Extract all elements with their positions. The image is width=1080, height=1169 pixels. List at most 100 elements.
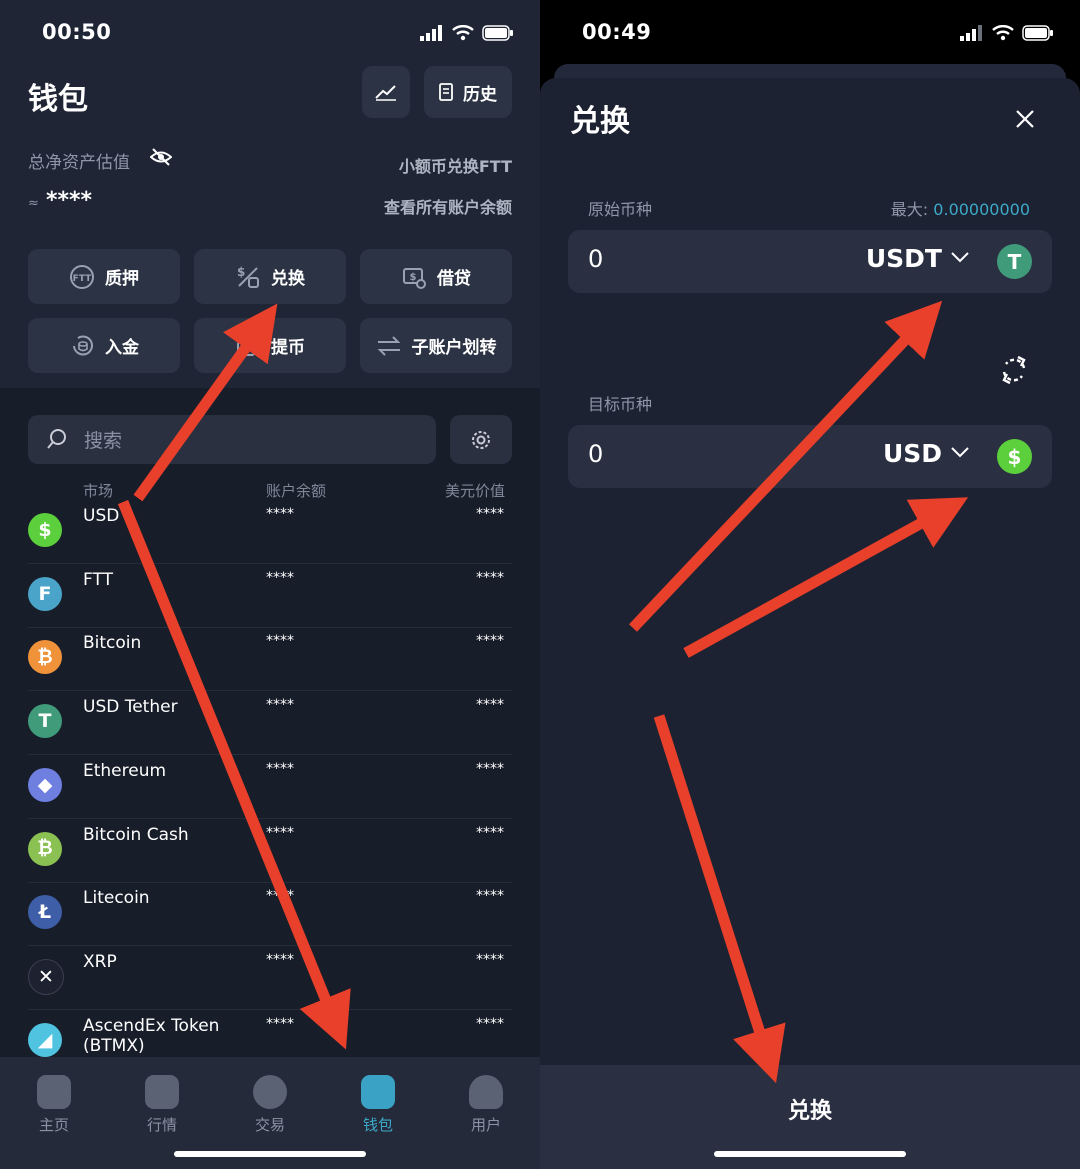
wallet-key-icon	[361, 1075, 395, 1109]
deposit-label: 入金	[105, 338, 139, 358]
source-amount-field[interactable]: 0 USDT T	[568, 230, 1052, 293]
max-value[interactable]: 0.00000000	[933, 200, 1030, 219]
trend-chart-icon	[375, 85, 396, 101]
convert-submit-button[interactable]: 兑换	[540, 1065, 1080, 1169]
convert-screen: 00:49 兑换 原始币种 最大: 0.00000000 0 USDT T 目标…	[540, 0, 1080, 1169]
max-amount: 最大: 0.00000000	[891, 196, 1030, 220]
ftt-stake-icon: FTT	[70, 264, 94, 289]
withdraw-icon	[237, 337, 257, 356]
net-assets-label: 总净资产估值	[28, 153, 130, 173]
asset-row[interactable]: F FTT **** ****	[28, 564, 512, 628]
asset-name: USD	[83, 506, 120, 526]
ftt-coin-icon: F	[28, 576, 62, 611]
asset-balance: ****	[266, 888, 294, 905]
tab-home[interactable]: 主页	[0, 1075, 108, 1135]
swap-direction-icon[interactable]	[998, 354, 1030, 386]
history-doc-icon	[439, 83, 453, 101]
convert-sheet: 兑换 原始币种 最大: 0.00000000 0 USDT T 目标币种 0 U…	[540, 78, 1080, 1169]
battery-icon	[1022, 25, 1053, 41]
asset-name: Ethereum	[83, 760, 167, 781]
history-label: 历史	[463, 84, 497, 105]
asset-row[interactable]: ◆ Ethereum **** ****	[28, 755, 512, 819]
asset-balance: ****	[266, 697, 294, 714]
settings-button[interactable]	[450, 415, 512, 464]
chevron-down-icon[interactable]	[950, 250, 970, 264]
status-bar: 00:50	[0, 0, 540, 68]
asset-row[interactable]: ✕ XRP **** ****	[28, 946, 512, 1010]
wallet-screen: 00:50 钱包 历史 总净资产估值 小额币兑换FTT ≈ **** 查看所有账…	[0, 0, 540, 1169]
search-icon	[47, 429, 66, 449]
asset-balance: ****	[266, 633, 294, 650]
source-currency-label: 原始币种	[588, 200, 653, 219]
target-amount-value: 0	[588, 440, 604, 468]
close-icon[interactable]	[1010, 104, 1040, 134]
asset-name: USD Tether	[83, 697, 178, 718]
search-input[interactable]: 搜索	[28, 415, 436, 464]
asset-balance: ****	[266, 1015, 294, 1032]
small-convert-ftt-link[interactable]: 小额币兑换FTT	[399, 153, 512, 177]
target-currency-select[interactable]: USD	[883, 439, 942, 468]
asset-balance: ****	[266, 760, 294, 777]
home-icon	[37, 1075, 71, 1109]
source-amount-value[interactable]: 0	[588, 245, 603, 273]
user-icon	[469, 1075, 503, 1109]
chevron-down-icon[interactable]	[950, 445, 970, 459]
withdraw-label: 提币	[271, 338, 305, 358]
asset-balance: ****	[266, 824, 294, 841]
asset-name: Bitcoin	[83, 633, 142, 654]
usd-coin-icon: $	[28, 513, 62, 547]
asset-usd-value: ****	[476, 633, 504, 650]
stake-button[interactable]: FTT 质押	[28, 249, 180, 304]
tab-user-label: 用户	[470, 1116, 501, 1134]
asset-row[interactable]: ₿ Bitcoin **** ****	[28, 627, 512, 692]
litecoin-icon: Ł	[28, 895, 62, 930]
markets-chart-icon	[145, 1075, 179, 1109]
loan-label: 借贷	[437, 269, 471, 289]
convert-button[interactable]: $ 兑换	[194, 249, 346, 304]
bitcoin-cash-icon: ₿	[28, 831, 62, 866]
tab-trade[interactable]: 交易	[216, 1075, 324, 1135]
convert-submit-label: 兑换	[787, 1099, 832, 1124]
status-bar-right: 00:49	[540, 0, 1080, 68]
loan-button[interactable]: $ 借贷	[360, 249, 512, 304]
battery-icon	[482, 25, 513, 41]
asset-row[interactable]: ₿ Bitcoin Cash **** ****	[28, 819, 512, 883]
usd-coin-icon: $	[997, 439, 1032, 474]
asset-row[interactable]: $ USD **** ****	[28, 500, 512, 564]
convert-dollar-icon: $	[237, 265, 259, 288]
asset-balance: ****	[266, 951, 294, 968]
asset-usd-value: ****	[476, 569, 504, 586]
source-currency-select[interactable]: USDT	[866, 244, 942, 273]
asset-balance: ****	[266, 569, 294, 586]
hide-balance-eye-icon[interactable]	[149, 148, 173, 170]
max-label: 最大:	[890, 200, 929, 219]
trade-swap-icon	[253, 1075, 287, 1109]
tab-markets[interactable]: 行情	[108, 1075, 216, 1135]
ascendex-icon: ◢	[28, 1022, 62, 1057]
tether-coin-icon: T	[997, 244, 1032, 279]
sheet-title: 兑换	[570, 104, 630, 139]
withdraw-button[interactable]: 提币	[194, 318, 346, 373]
asset-usd-value: ****	[476, 888, 504, 905]
home-indicator	[714, 1151, 906, 1157]
tab-home-label: 主页	[38, 1116, 69, 1134]
search-placeholder: 搜索	[84, 430, 123, 452]
col-market: 市场	[83, 482, 114, 500]
stake-label: 质押	[105, 269, 139, 289]
tab-user[interactable]: 用户	[432, 1075, 540, 1135]
subaccount-transfer-button[interactable]: 子账户划转	[360, 318, 512, 373]
deposit-button[interactable]: 入金	[28, 318, 180, 373]
xrp-icon: ✕	[28, 958, 64, 995]
view-all-balances-link[interactable]: 查看所有账户余额	[384, 194, 512, 218]
asset-row[interactable]: T USD Tether **** ****	[28, 691, 512, 756]
wifi-icon	[992, 25, 1014, 41]
history-button[interactable]: 历史	[424, 66, 512, 118]
convert-label: 兑换	[271, 269, 305, 289]
asset-name: Litecoin	[83, 888, 150, 909]
target-amount-field[interactable]: 0 USD $	[568, 425, 1052, 488]
loan-icon: $	[403, 267, 426, 289]
home-indicator	[174, 1151, 366, 1157]
asset-row[interactable]: Ł Litecoin **** ****	[28, 882, 512, 947]
tab-wallet[interactable]: 钱包	[324, 1075, 432, 1135]
chart-button[interactable]	[362, 66, 410, 118]
